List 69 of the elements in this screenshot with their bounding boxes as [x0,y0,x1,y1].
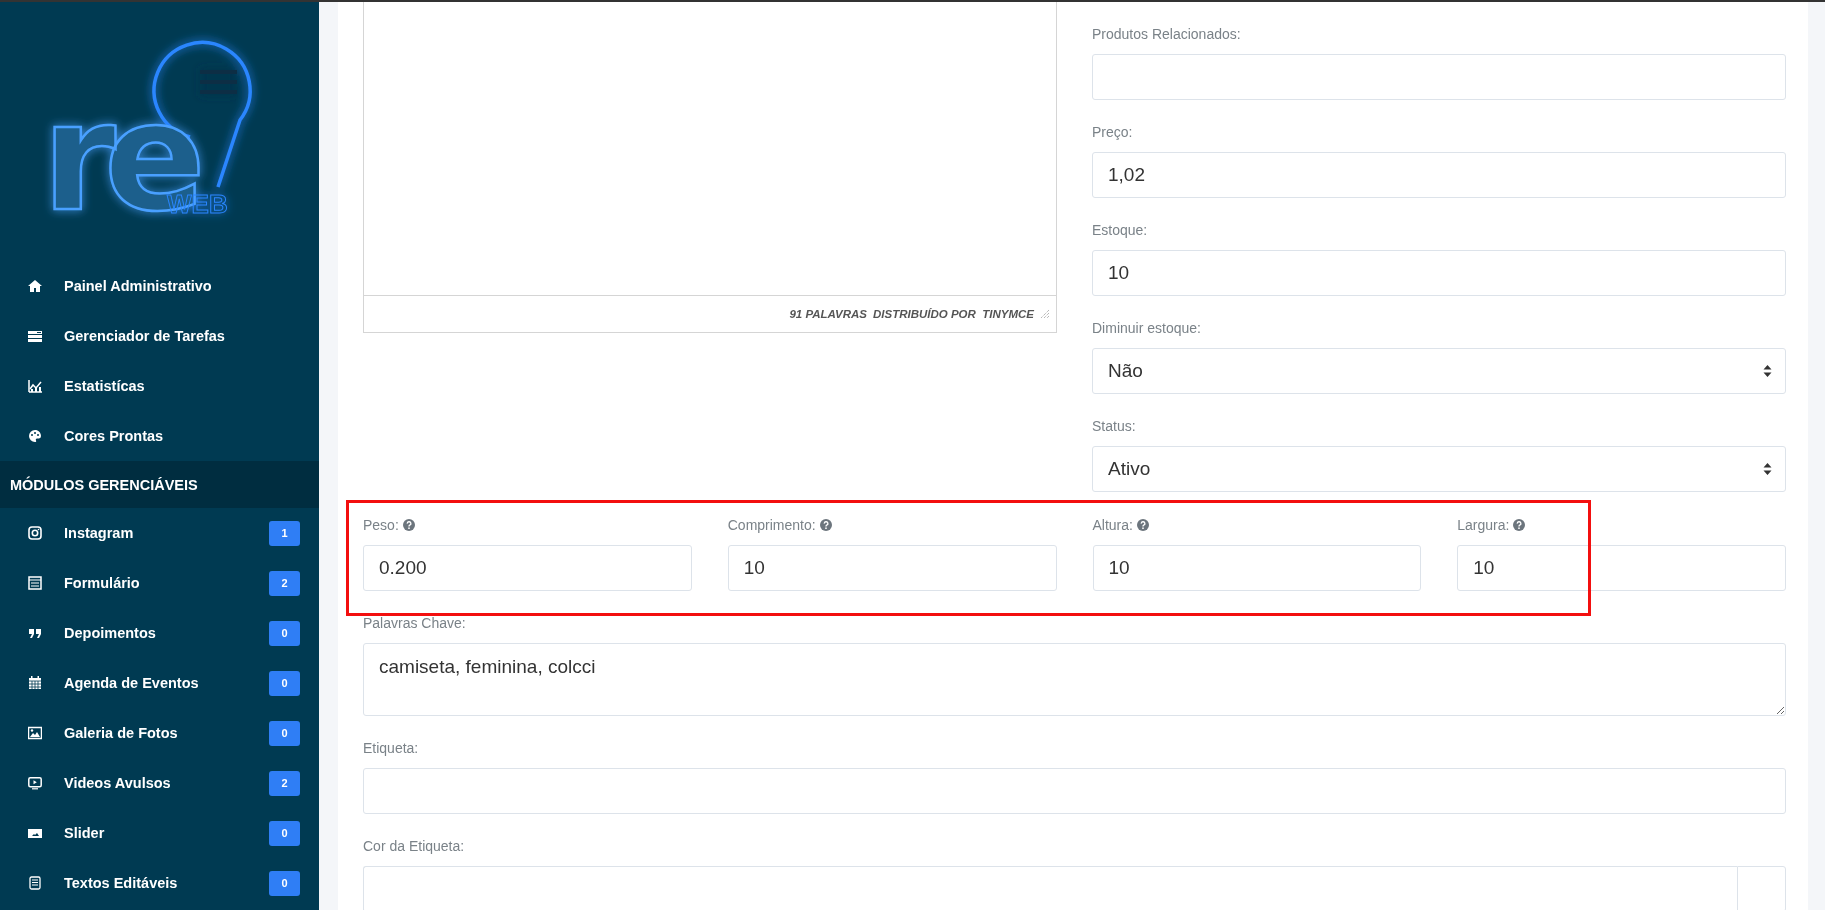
select-field[interactable]: Ativo [1092,446,1786,492]
field-label: Produtos Relacionados: [1092,25,1242,44]
field-label: Palavras Chave: [363,614,467,633]
field-label: Estoque: [1092,221,1149,240]
word-count: 91 PALAVRAS [789,308,867,320]
sidebar-link[interactable]: Slider [64,825,269,841]
help-icon[interactable] [1136,519,1149,531]
text-editor[interactable]: 91 PALAVRAS DISTRIBUÍDO POR TINYMCE [363,2,1057,333]
input-field[interactable]: 10 [727,545,1057,591]
field-label: Comprimento: [727,516,816,535]
chart-icon [28,379,42,393]
count-badge: 0 [269,620,300,646]
help-icon[interactable] [1513,519,1526,531]
home-icon [28,279,42,293]
logo: reWEB [0,2,319,261]
editor-credit: DISTRIBUÍDO POR TINYMCE [873,308,1034,320]
field-label: Peso: [363,516,399,535]
input-field[interactable]: 1,02 [1092,152,1786,198]
help-icon[interactable] [402,519,415,531]
sidebar-link[interactable]: Painel Administrativo [64,278,300,294]
camera-icon [28,526,42,540]
quote-icon [28,626,42,640]
sidebar-link[interactable]: Gerenciador de Tarefas [64,328,300,344]
field-label: Diminuir estoque: [1092,319,1202,338]
document-icon [28,876,42,890]
image-icon [28,826,42,840]
input-field[interactable] [363,768,1786,814]
select-arrows-icon [1763,462,1772,476]
field-label: Status: [1092,417,1137,436]
count-badge: 2 [269,770,300,796]
help-icon[interactable] [819,519,832,531]
section-title: MÓDULOS GERENCIÁVEIS [0,461,319,508]
input-field[interactable] [1092,54,1786,100]
sidebar-link[interactable]: Instagram [64,525,269,541]
color-swatch[interactable] [1737,866,1786,910]
input-field[interactable]: 10 [1092,250,1786,296]
video-icon [28,776,42,790]
field-label: Cor da Etiqueta: [363,837,466,856]
count-badge: 0 [269,670,300,696]
form-icon [28,576,42,590]
input-field[interactable]: 10 [1457,545,1786,591]
sidebar-link[interactable]: Agenda de Eventos [64,675,269,691]
count-badge: 0 [269,870,300,896]
count-badge: 0 [269,820,300,846]
field-label: Preço: [1092,123,1134,142]
field-label: Altura: [1092,516,1133,535]
keywords-field[interactable]: camiseta, feminina, colcci [363,643,1786,716]
count-badge: 2 [269,570,300,596]
calendar-icon [28,676,42,690]
field-label: Etiqueta: [363,739,420,758]
sidebar-link[interactable]: Cores Prontas [64,428,300,444]
field-label: Largura: [1457,516,1510,535]
sidebar-link[interactable]: Formulário [64,575,269,591]
list-icon [28,329,42,343]
sidebar-link[interactable]: Depoimentos [64,625,269,641]
image-icon [28,726,42,740]
sidebar-link[interactable]: Galeria de Fotos [64,725,269,741]
sidebar-link[interactable]: Videos Avulsos [64,775,269,791]
count-badge: 0 [269,720,300,746]
select-arrows-icon [1763,364,1772,378]
sidebar-link[interactable]: Estatistícas [64,378,300,394]
sidebar-link[interactable]: Textos Editáveis [64,875,269,891]
select-field[interactable]: Não [1092,348,1786,394]
input-field[interactable]: 10 [1092,545,1422,591]
count-badge: 1 [269,520,300,546]
palette-icon [28,429,42,443]
color-field[interactable] [363,866,1737,910]
resize-grip-icon[interactable] [1040,309,1050,319]
input-field[interactable]: 0.200 [363,545,692,591]
